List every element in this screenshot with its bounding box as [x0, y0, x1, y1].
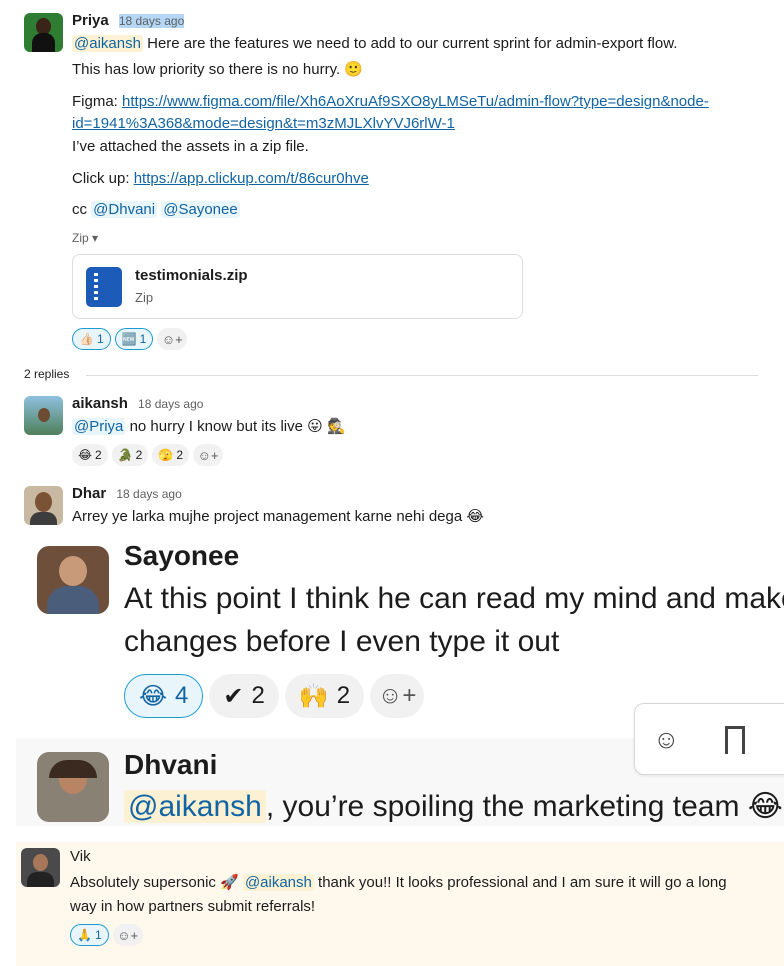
add-emoji-icon: ☺+ [197, 447, 219, 463]
reaction-check[interactable]: ✔ 2 [209, 674, 279, 718]
author-name[interactable]: aikansh [72, 395, 128, 412]
zip-icon [86, 267, 122, 307]
figma-link[interactable]: https://www.figma.com/file/Xh6AoXruAf9SX… [122, 93, 709, 110]
reaction-thumbs-up[interactable]: 👍🏻 1 [72, 328, 111, 350]
cc-label: cc [72, 201, 92, 218]
message-actions-toolbar: ☺ [634, 703, 784, 775]
clickup-label: Click up: [72, 170, 134, 187]
raised-hands-icon: 🙌 [298, 682, 329, 710]
mention-sayonee[interactable]: @Sayonee [161, 201, 240, 218]
avatar-priya[interactable] [24, 13, 63, 52]
reaction-joy[interactable]: 😂 4 [124, 674, 204, 718]
figma-link-cont[interactable]: id=1941%3A368&mode=design&t=m3zMJLXlvYVJ… [72, 115, 455, 132]
assets-text: I’ve attached the assets in a zip file. [72, 138, 309, 155]
avatar-dhar[interactable] [24, 486, 63, 525]
avatar-aikansh[interactable] [24, 396, 63, 435]
avatar-dhvani[interactable] [37, 752, 109, 822]
reaction-new[interactable]: 🆕 1 [114, 328, 154, 350]
clickup-link[interactable]: https://app.clickup.com/t/86cur0hve [134, 170, 369, 187]
message-text: Arrey ye larka mujhe project management … [72, 508, 484, 525]
message-text: At this point I think he can read my min… [124, 582, 784, 615]
mention-aikansh[interactable]: @aikansh [242, 874, 314, 891]
thumbs-up-icon: 👍🏻 [79, 332, 94, 346]
message-text: This has low priority so there is no hur… [72, 61, 363, 78]
mention-aikansh[interactable]: @aikansh [124, 790, 266, 823]
mention-priya[interactable]: @Priya [72, 418, 126, 435]
file-type: Zip [135, 290, 154, 305]
add-emoji-icon: ☺+ [161, 331, 183, 347]
timestamp[interactable]: 18 days ago [116, 487, 181, 501]
add-emoji-icon: ☺+ [377, 682, 417, 709]
reaction-peek[interactable]: 🫣 2 [152, 444, 189, 466]
message-text: Here are the features we need to add to … [142, 35, 678, 52]
pray-icon: 🙏 [77, 928, 92, 942]
add-emoji-icon: ☺+ [117, 927, 139, 943]
check-icon: ✔ [223, 682, 244, 710]
file-name: testimonials.zip [135, 267, 248, 284]
figma-label: Figma: [72, 93, 123, 110]
avatar-sayonee[interactable] [37, 546, 109, 614]
author-name[interactable]: Vik [70, 848, 91, 865]
author-name[interactable]: Dhvani [124, 749, 217, 781]
add-reaction-button[interactable]: ☺+ [112, 924, 143, 946]
reaction-joy[interactable]: 😂 2 [72, 444, 108, 466]
add-reaction-button[interactable]: ☺+ [370, 674, 425, 718]
zip-toggle[interactable]: Zip ▾ [72, 231, 98, 245]
joy-icon: 😂 [139, 682, 168, 710]
bookmark-icon[interactable] [725, 726, 745, 763]
mention-dhvani[interactable]: @Dhvani [91, 201, 158, 218]
reaction-pray[interactable]: 🙏 1 [70, 924, 109, 946]
replies-divider [86, 375, 758, 376]
message-text: Absolutely supersonic 🚀 [70, 874, 243, 891]
new-icon: 🆕 [121, 332, 137, 346]
author-name[interactable]: Priya [72, 12, 109, 29]
peek-icon: 🫣 [158, 448, 174, 462]
message-text: , you’re spoiling the marketing team 😂 [265, 790, 783, 823]
timestamp[interactable]: 18 days ago [118, 14, 185, 28]
file-attachment[interactable]: testimonials.zip Zip [72, 254, 523, 319]
message-text: way in how partners submit referrals! [70, 898, 316, 915]
joy-icon: 😂 [78, 448, 93, 462]
author-name[interactable]: Sayonee [124, 540, 239, 572]
message-vik: Vik Absolutely supersonic 🚀 @aikansh tha… [16, 842, 784, 966]
author-name[interactable]: Dhar [72, 485, 106, 502]
message-text: changes before I even type it out [124, 625, 560, 658]
add-reaction-button[interactable]: ☺+ [157, 328, 188, 350]
reaction-crocodile[interactable]: 🐊 2 [111, 444, 149, 466]
message-text: no hurry I know but its live 😛 🕵️ [125, 418, 346, 435]
crocodile-icon: 🐊 [117, 448, 133, 462]
add-reaction-button[interactable]: ☺+ [193, 444, 223, 466]
avatar-vik[interactable] [21, 848, 60, 887]
replies-count[interactable]: 2 replies [24, 367, 69, 381]
mention-aikansh[interactable]: @aikansh [72, 35, 143, 52]
add-reaction-icon[interactable]: ☺ [653, 724, 680, 755]
message-text: thank you!! It looks professional and I … [313, 874, 727, 891]
reaction-raised-hands[interactable]: 🙌 2 [284, 674, 365, 718]
timestamp[interactable]: 18 days ago [138, 397, 203, 411]
